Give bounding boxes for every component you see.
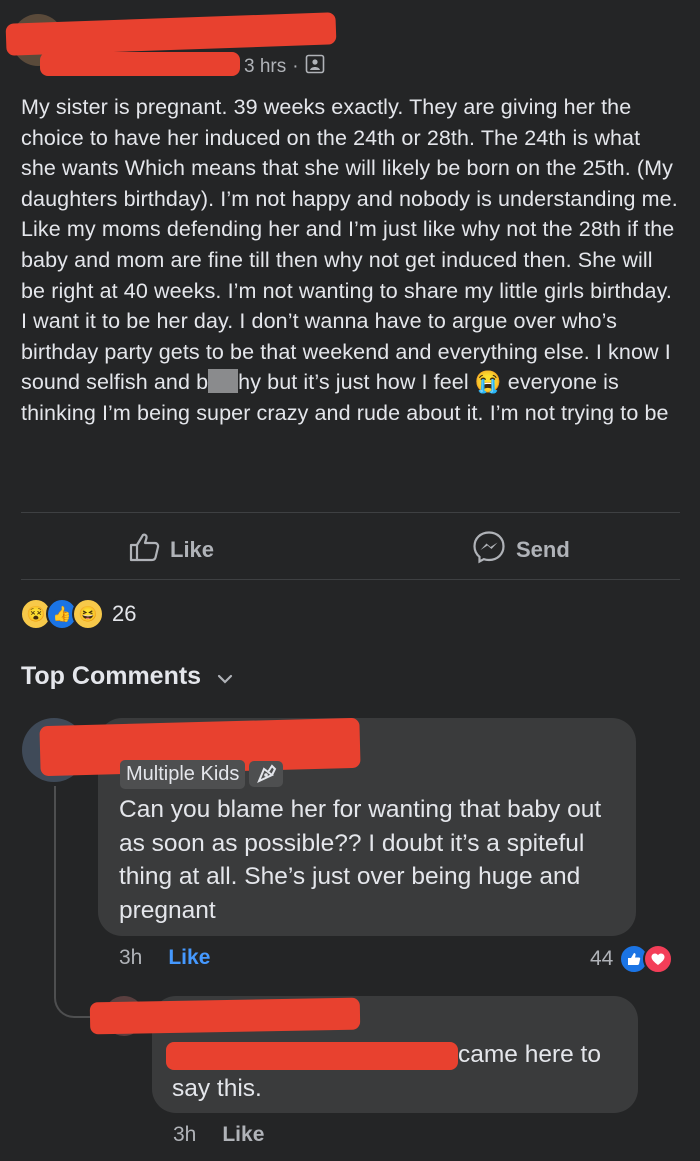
post-meta: 3 hrs · bbox=[244, 54, 325, 80]
comment-2-text-redacted bbox=[166, 1042, 458, 1070]
comment-1-reaction-count: 44 bbox=[590, 947, 614, 970]
haha-reaction-icon: 😆 bbox=[72, 598, 104, 630]
thread-connector-line bbox=[54, 786, 100, 1018]
divider-bottom bbox=[21, 579, 680, 580]
comment-2-time[interactable]: 3h bbox=[173, 1123, 196, 1147]
poster-subline-redacted bbox=[40, 52, 240, 76]
send-label: Send bbox=[516, 537, 570, 562]
chevron-down-icon bbox=[217, 662, 233, 691]
top-comments-label: Top Comments bbox=[21, 662, 202, 690]
group-icon bbox=[305, 54, 325, 80]
post-timestamp[interactable]: 3 hrs bbox=[244, 56, 286, 78]
comment-1-like-button[interactable]: Like bbox=[168, 946, 210, 970]
post-text-part2: hy but it’s just how I feel bbox=[238, 370, 475, 395]
comment-2-like-button[interactable]: Like bbox=[222, 1123, 264, 1147]
thumbs-up-icon bbox=[128, 532, 160, 568]
messenger-icon bbox=[472, 530, 506, 570]
like-button[interactable]: Like bbox=[128, 532, 214, 568]
post-text-part1: My sister is pregnant. 39 weeks exactly.… bbox=[21, 95, 678, 395]
comment-2-text-end: came here to bbox=[458, 1041, 601, 1068]
badge-label: Multiple Kids bbox=[120, 759, 246, 789]
love-reaction-icon bbox=[643, 944, 674, 974]
comment-1-time[interactable]: 3h bbox=[119, 946, 142, 970]
comment-2-meta: 3h Like bbox=[173, 1123, 264, 1147]
send-button[interactable]: Send bbox=[472, 530, 570, 570]
top-comments-dropdown[interactable]: Top Comments bbox=[21, 662, 233, 691]
comment-1-reactions[interactable]: 44 bbox=[590, 944, 674, 974]
reaction-count: 26 bbox=[112, 601, 137, 626]
post-body: My sister is pregnant. 39 weeks exactly.… bbox=[21, 92, 681, 429]
censor-block bbox=[208, 369, 239, 394]
crying-emoji-icon: 😭 bbox=[474, 370, 502, 395]
comment-1-text: Can you blame her for wanting that baby … bbox=[119, 796, 602, 924]
divider-top bbox=[21, 512, 680, 513]
meta-separator: · bbox=[292, 56, 299, 77]
pen-nib-icon bbox=[249, 761, 284, 787]
comment-2-text-line2: say this. bbox=[172, 1075, 262, 1102]
like-label: Like bbox=[170, 537, 215, 562]
commenter-1-badge: Multiple Kids bbox=[120, 758, 284, 790]
poster-name-redacted bbox=[5, 12, 337, 56]
comment-1-meta: 3h Like bbox=[119, 946, 210, 970]
reaction-summary[interactable]: 😵 👍 😆 26 bbox=[20, 598, 136, 630]
commenter-2-name-redacted bbox=[89, 997, 361, 1035]
